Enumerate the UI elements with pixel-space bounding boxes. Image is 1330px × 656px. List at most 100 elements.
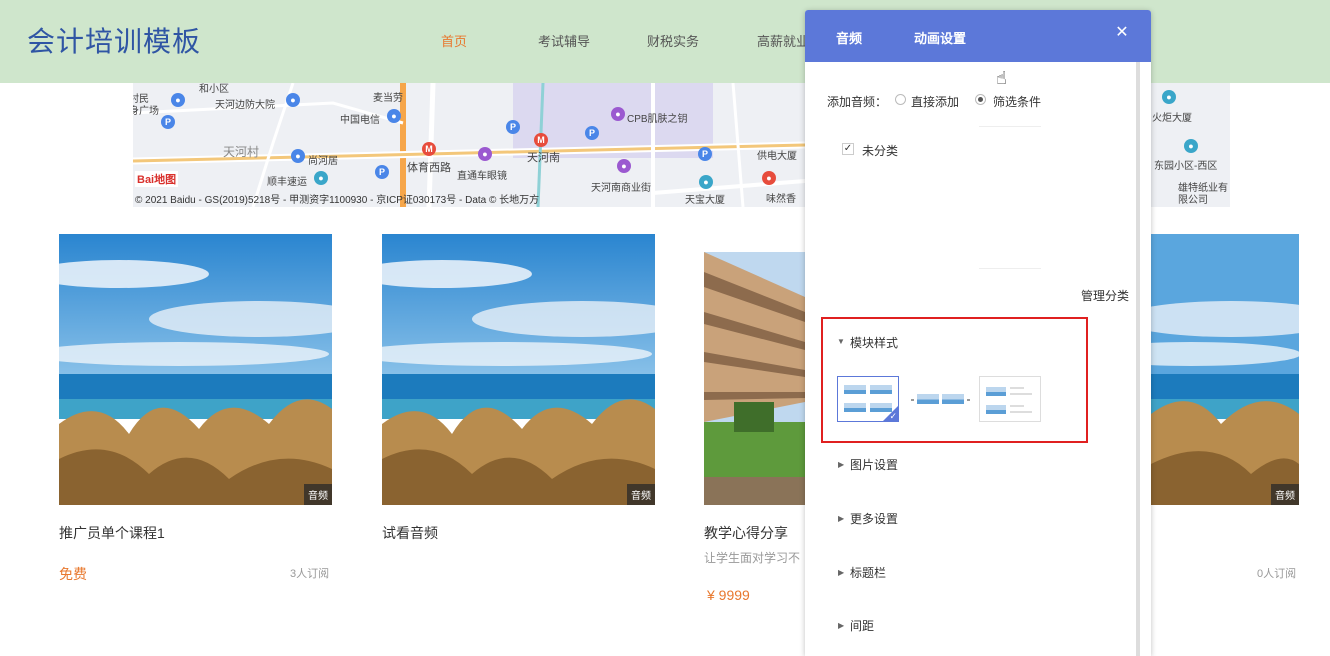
- parking-icon: P: [161, 115, 175, 129]
- thumbnail-icon: [844, 403, 866, 412]
- radio-filter-condition-label[interactable]: 筛选条件: [993, 93, 1041, 110]
- card-title[interactable]: 试看音频: [382, 523, 438, 543]
- nav-tax-practice[interactable]: 财税实务: [647, 31, 699, 50]
- map-label: 尚河居: [308, 156, 338, 167]
- caret-right-icon: ▶: [838, 460, 845, 469]
- map-poi-icon: ●: [171, 93, 185, 107]
- divider: [979, 126, 1041, 127]
- section-title-bar[interactable]: 标题栏: [850, 564, 886, 581]
- caret-down-icon: ▼: [837, 337, 845, 346]
- section-module-style[interactable]: 模块样式: [850, 334, 898, 351]
- audio-badge: 音频: [627, 484, 655, 505]
- manage-category-link[interactable]: 管理分类: [1081, 287, 1129, 304]
- caret-right-icon: ▶: [838, 514, 845, 523]
- map-label: 天河南: [527, 152, 560, 164]
- campus-building-image: [704, 252, 805, 505]
- map-label: 体育西路: [407, 162, 451, 174]
- style-option-list[interactable]: [979, 376, 1041, 422]
- tab-animation-settings[interactable]: 动画设置: [914, 28, 966, 47]
- uncategorized-checkbox[interactable]: ✓: [842, 143, 854, 155]
- section-more-settings[interactable]: 更多设置: [850, 510, 898, 527]
- thumbnail-icon: [870, 385, 892, 394]
- map-view[interactable]: 和小区 村民 身广场 ● 天河边防大院 ● P 麦当劳 中国电信 ● P ● C…: [133, 83, 805, 207]
- map-label: 火炬大厦: [1152, 113, 1192, 124]
- map-label: 供电大厦: [757, 151, 797, 162]
- card-price: 免费: [59, 566, 87, 582]
- text-line: [1010, 387, 1024, 389]
- card-title[interactable]: 推广员单个课程1: [59, 523, 165, 543]
- map-label: 天河边防大院: [215, 100, 275, 111]
- map-view-right[interactable]: ● 火炬大厦 ● 东园小区-西区 雄特纸业有限公司: [1140, 83, 1230, 207]
- radio-filter-condition[interactable]: [975, 94, 986, 105]
- page: 会计培训模板 首页 考试辅导 财税实务 高薪就业 和小区 村民 身广场 ● 天河…: [0, 0, 1330, 656]
- restaurant-icon: ●: [762, 171, 776, 185]
- style-option-grid[interactable]: ✓: [837, 376, 899, 422]
- audio-badge: 音频: [304, 484, 332, 505]
- divider: [979, 268, 1041, 269]
- text-line: [1010, 393, 1032, 395]
- parking-icon: P: [585, 126, 599, 140]
- metro-icon: M: [534, 133, 548, 147]
- map-poi-icon: ●: [286, 93, 300, 107]
- close-icon[interactable]: ✕: [1114, 25, 1130, 41]
- map-label: 中国电信: [340, 115, 380, 126]
- map-label: 东园小区-西区: [1154, 161, 1218, 172]
- text-line: [1010, 411, 1032, 413]
- card-price: ¥ 9999: [707, 587, 750, 603]
- baidu-map-logo[interactable]: Bai地图: [135, 171, 179, 187]
- map-poi-icon: ●: [291, 149, 305, 163]
- beach-grass-image: [59, 234, 332, 505]
- panel-scrollbar[interactable]: [1136, 62, 1140, 656]
- map-label: CPB肌肤之钥: [627, 114, 688, 125]
- chevron-right-icon: [967, 399, 970, 401]
- metro-icon: M: [422, 142, 436, 156]
- thumbnail-icon: [986, 405, 1006, 414]
- card-subtitle: 让学生面对学习不: [704, 551, 801, 565]
- beach-grass-image: [382, 234, 655, 505]
- thumbnail-icon: [986, 387, 1006, 396]
- panel-header: 音频 动画设置 ✕: [805, 10, 1151, 62]
- map-poi-icon: ●: [314, 171, 328, 185]
- map-label: 身广场: [133, 106, 159, 117]
- thumbnail-icon: [917, 394, 939, 404]
- uncategorized-label[interactable]: 未分类: [862, 142, 898, 159]
- map-label: 味然香: [766, 194, 796, 205]
- audio-badge: 音频: [1271, 484, 1299, 505]
- radio-direct-add[interactable]: [895, 94, 906, 105]
- style-option-carousel[interactable]: [908, 376, 970, 422]
- tab-audio[interactable]: 音频: [836, 28, 862, 47]
- map-copyright: © 2021 Baidu - GS(2019)5218号 - 甲测资字11009…: [135, 195, 540, 206]
- map-label: 麦当劳: [373, 93, 403, 104]
- map-label: 和小区: [199, 84, 229, 95]
- thumbnail-icon: [844, 385, 866, 394]
- radio-direct-add-label[interactable]: 直接添加: [911, 93, 959, 110]
- hand-pointer-icon: ☝: [996, 68, 1007, 88]
- course-cover-image[interactable]: 音频: [382, 234, 655, 505]
- course-cover-image[interactable]: [704, 252, 805, 505]
- map-poi-icon: ●: [1162, 90, 1176, 104]
- section-spacing[interactable]: 间距: [850, 617, 874, 634]
- card-title[interactable]: 教学心得分享: [704, 523, 788, 543]
- map-label: 天河南商业街: [591, 183, 651, 194]
- map-poi-icon: ●: [699, 175, 713, 189]
- beach-grass-image: [1151, 234, 1299, 505]
- nav-exam-coaching[interactable]: 考试辅导: [538, 31, 590, 50]
- nav-employment[interactable]: 高薪就业: [757, 31, 809, 50]
- thumbnail-icon: [942, 394, 964, 404]
- check-icon: ✓: [889, 411, 897, 421]
- nav-home[interactable]: 首页: [441, 31, 467, 50]
- parking-icon: P: [506, 120, 520, 134]
- map-poi-icon: ●: [611, 107, 625, 121]
- section-image-settings[interactable]: 图片设置: [850, 456, 898, 473]
- map-poi-icon: ●: [387, 109, 401, 123]
- map-label: 天宝大厦: [685, 195, 725, 206]
- course-cover-image[interactable]: 音频: [1151, 234, 1299, 505]
- map-label: 天河村: [223, 145, 260, 159]
- course-cover-image[interactable]: 音频: [59, 234, 332, 505]
- chevron-left-icon: [911, 399, 914, 401]
- text-line: [1010, 405, 1024, 407]
- brand-title[interactable]: 会计培训模板: [27, 20, 201, 60]
- map-label: 雄特纸业有限公司: [1178, 183, 1228, 206]
- caret-right-icon: ▶: [838, 621, 845, 630]
- map-label: 直通车眼镜: [457, 171, 507, 182]
